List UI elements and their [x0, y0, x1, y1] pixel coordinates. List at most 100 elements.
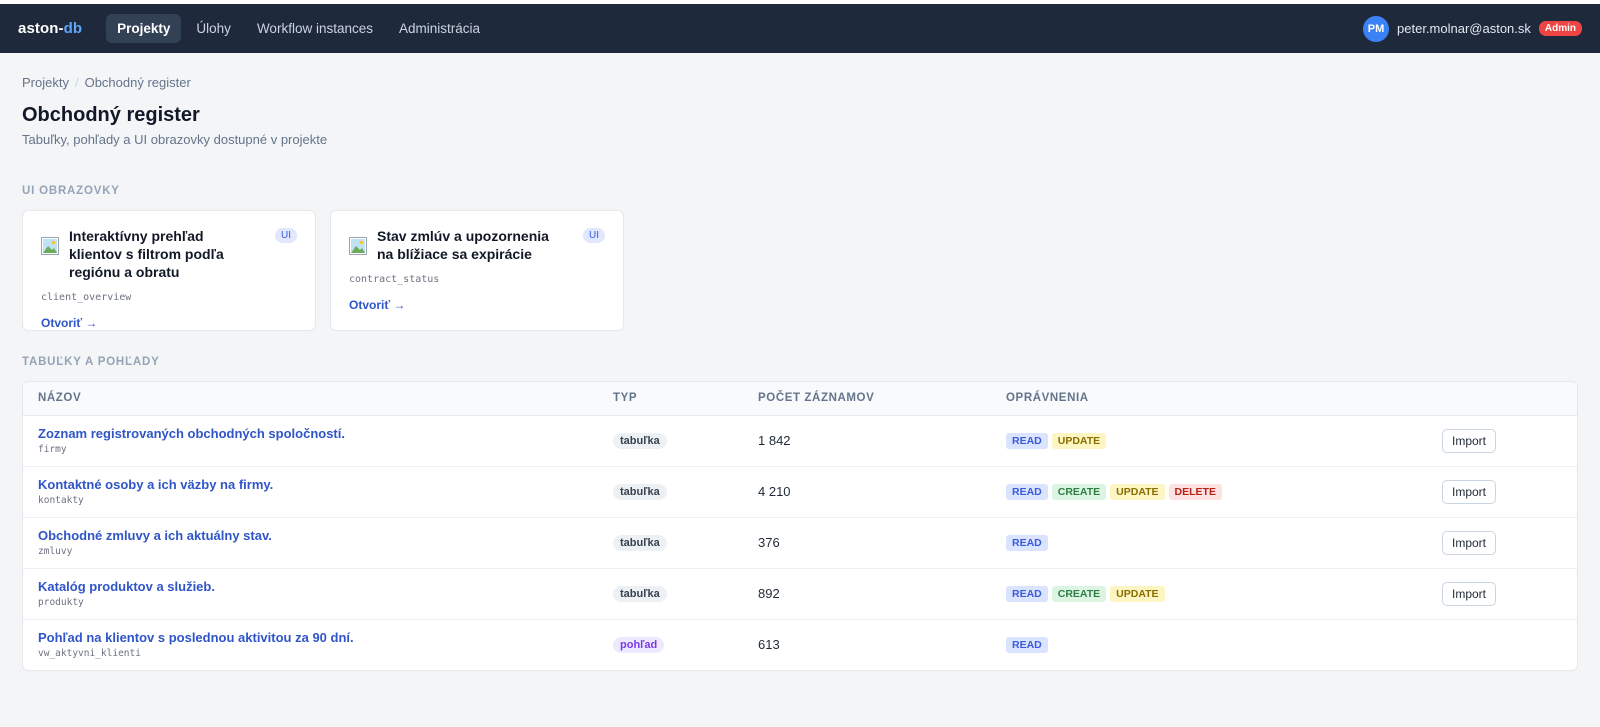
permission-badge-read: READ	[1006, 637, 1048, 654]
nav-item-ulohy[interactable]: Úlohy	[185, 14, 242, 43]
permission-badge-read: READ	[1006, 433, 1048, 449]
import-button[interactable]: Import	[1441, 428, 1496, 453]
cell-name: Katalóg produktov a služieb. produkty	[23, 568, 598, 620]
logo-accent-text: db	[63, 20, 83, 37]
cell-type: pohľad	[598, 619, 743, 670]
import-button[interactable]: Import	[1441, 581, 1496, 606]
table-row: Kontaktné osoby a ich väzby na firmy. ko…	[23, 466, 1577, 518]
column-header-actions	[1357, 382, 1577, 416]
ui-screen-card[interactable]: Interaktívny prehľad klientov s filtrom …	[22, 210, 316, 331]
page-subtitle: Tabuľky, pohľady a UI obrazovky dostupné…	[22, 132, 328, 147]
cell-permissions: READ	[991, 619, 1357, 670]
cell-count: 1 842	[743, 415, 991, 467]
table-header-row: NÁZOV TYP POČET ZÁZNAMOV OPRÁVNENIA	[23, 382, 1577, 416]
top-navbar: aston-db Projekty Úlohy Workflow instanc…	[0, 0, 1600, 53]
tables-list: NÁZOV TYP POČET ZÁZNAMOV OPRÁVNENIA Zozn…	[22, 381, 1578, 671]
cell-name: Obchodné zmluvy a ich aktuálny stav. zml…	[23, 517, 598, 569]
nav-item-projekty[interactable]: Projekty	[106, 14, 182, 43]
tables-table: NÁZOV TYP POČET ZÁZNAMOV OPRÁVNENIA Zozn…	[23, 382, 1577, 670]
main-nav: Projekty Úlohy Workflow instances Admini…	[106, 14, 491, 43]
image-icon	[41, 237, 59, 255]
permission-badge-update: UPDATE	[1110, 484, 1165, 500]
table-row: Katalóg produktov a služieb. produkty ta…	[23, 568, 1577, 620]
column-header-name[interactable]: NÁZOV	[23, 382, 598, 416]
type-badge: tabuľka	[613, 535, 667, 551]
nav-item-workflow-instances[interactable]: Workflow instances	[246, 14, 384, 43]
table-code: zmluvy	[38, 546, 73, 557]
record-count: 4 210	[758, 484, 791, 499]
table-row: Zoznam registrovaných obchodných spoločn…	[23, 415, 1577, 467]
cell-type: tabuľka	[598, 517, 743, 569]
permission-badge-create: CREATE	[1051, 586, 1107, 602]
cell-permissions: READ CREATE UPDATE	[991, 568, 1358, 620]
table-row: Obchodné zmluvy a ich aktuálny stav. zml…	[23, 517, 1577, 569]
permission-badge-update: UPDATE	[1051, 433, 1107, 449]
permission-badge-read: READ	[1006, 535, 1048, 551]
record-count: 613	[758, 637, 780, 653]
table-title-link[interactable]: Katalóg produktov a služieb.	[38, 579, 583, 594]
ui-screens-cards: Interaktívny prehľad klientov s filtrom …	[22, 210, 1578, 331]
type-badge: pohľad	[613, 637, 665, 654]
import-button[interactable]: Import	[1441, 530, 1496, 555]
cell-permissions: READ UPDATE	[991, 415, 1358, 467]
open-link[interactable]: Otvoriť →	[41, 316, 97, 330]
cell-name: Pohľad na klientov s poslednou aktivitou…	[23, 619, 598, 670]
table-title-link[interactable]: Zoznam registrovaných obchodných spoločn…	[38, 426, 583, 441]
cell-type: tabuľka	[598, 415, 743, 467]
ui-badge: UI	[583, 228, 605, 243]
ui-badge: UI	[275, 228, 297, 243]
avatar[interactable]: PM	[1363, 15, 1390, 42]
user-email: peter.molnar@aston.sk	[1397, 21, 1531, 36]
table-code: kontakty	[38, 495, 84, 506]
ui-screen-code: contract_status	[349, 274, 440, 285]
cell-actions	[1357, 619, 1577, 670]
table-code: produkty	[38, 597, 84, 608]
permission-badge-create: CREATE	[1051, 484, 1107, 500]
cell-permissions: READ CREATE UPDATE DELETE	[991, 466, 1358, 518]
cell-type: tabuľka	[598, 568, 743, 620]
column-header-count[interactable]: POČET ZÁZNAMOV	[743, 382, 991, 416]
column-header-type[interactable]: TYP	[598, 382, 743, 416]
table-title-link[interactable]: Pohľad na klientov s poslednou aktivitou…	[38, 630, 583, 645]
table-title-link[interactable]: Kontaktné osoby a ich väzby na firmy.	[38, 477, 583, 492]
open-link[interactable]: Otvoriť →	[349, 298, 405, 312]
table-code: firmy	[38, 444, 67, 455]
ui-screen-card[interactable]: Stav zmlúv a upozornenia na blížiace sa …	[330, 210, 624, 331]
cell-type: tabuľka	[598, 466, 743, 518]
table-code: vw_aktyvni_klienti	[38, 648, 141, 660]
type-badge: tabuľka	[613, 484, 667, 500]
permission-badge-read: READ	[1006, 586, 1048, 602]
section-label-ui-screens: UI OBRAZOVKY	[22, 185, 120, 197]
breadcrumb-current: Obchodný register	[84, 75, 191, 90]
breadcrumb: Projekty / Obchodný register	[22, 75, 1578, 90]
type-badge: tabuľka	[613, 586, 667, 602]
import-button[interactable]: Import	[1441, 479, 1496, 504]
cell-permissions: READ	[991, 517, 1358, 569]
cell-name: Zoznam registrovaných obchodných spoločn…	[23, 415, 598, 467]
breadcrumb-separator: /	[74, 75, 79, 90]
ui-screen-code: client_overview	[41, 292, 132, 303]
nav-item-administracia[interactable]: Administrácia	[388, 14, 491, 43]
cell-name: Kontaktné osoby a ich väzby na firmy. ko…	[23, 466, 598, 518]
ui-screen-title: Stav zmlúv a upozornenia na blížiace sa …	[377, 228, 549, 262]
cell-count: 4 210	[743, 466, 991, 518]
table-title-link[interactable]: Obchodné zmluvy a ich aktuálny stav.	[38, 528, 583, 543]
permission-badge-delete: DELETE	[1168, 484, 1222, 500]
user-menu[interactable]: PM peter.molnar@aston.sk Admin	[1363, 15, 1582, 42]
breadcrumb-projekty[interactable]: Projekty	[22, 75, 69, 90]
section-label-tables: TABUĽKY A POHĽADY	[22, 356, 160, 368]
permission-badge-update: UPDATE	[1110, 586, 1165, 602]
cell-actions: Import	[1357, 517, 1577, 569]
app-logo[interactable]: aston-db	[18, 20, 82, 37]
record-count: 376	[758, 535, 780, 550]
cell-count: 613	[743, 619, 991, 670]
permission-badge-read: READ	[1006, 484, 1048, 500]
record-count: 892	[758, 586, 780, 601]
page-title: Obchodný register	[22, 104, 200, 126]
ui-screen-title: Interaktívny prehľad klientov s filtrom …	[69, 228, 224, 280]
cell-actions: Import	[1357, 466, 1577, 518]
cell-count: 892	[743, 568, 991, 620]
record-count: 1 842	[758, 433, 791, 448]
logo-text: aston-	[18, 20, 64, 37]
column-header-permissions[interactable]: OPRÁVNENIA	[991, 382, 1358, 416]
